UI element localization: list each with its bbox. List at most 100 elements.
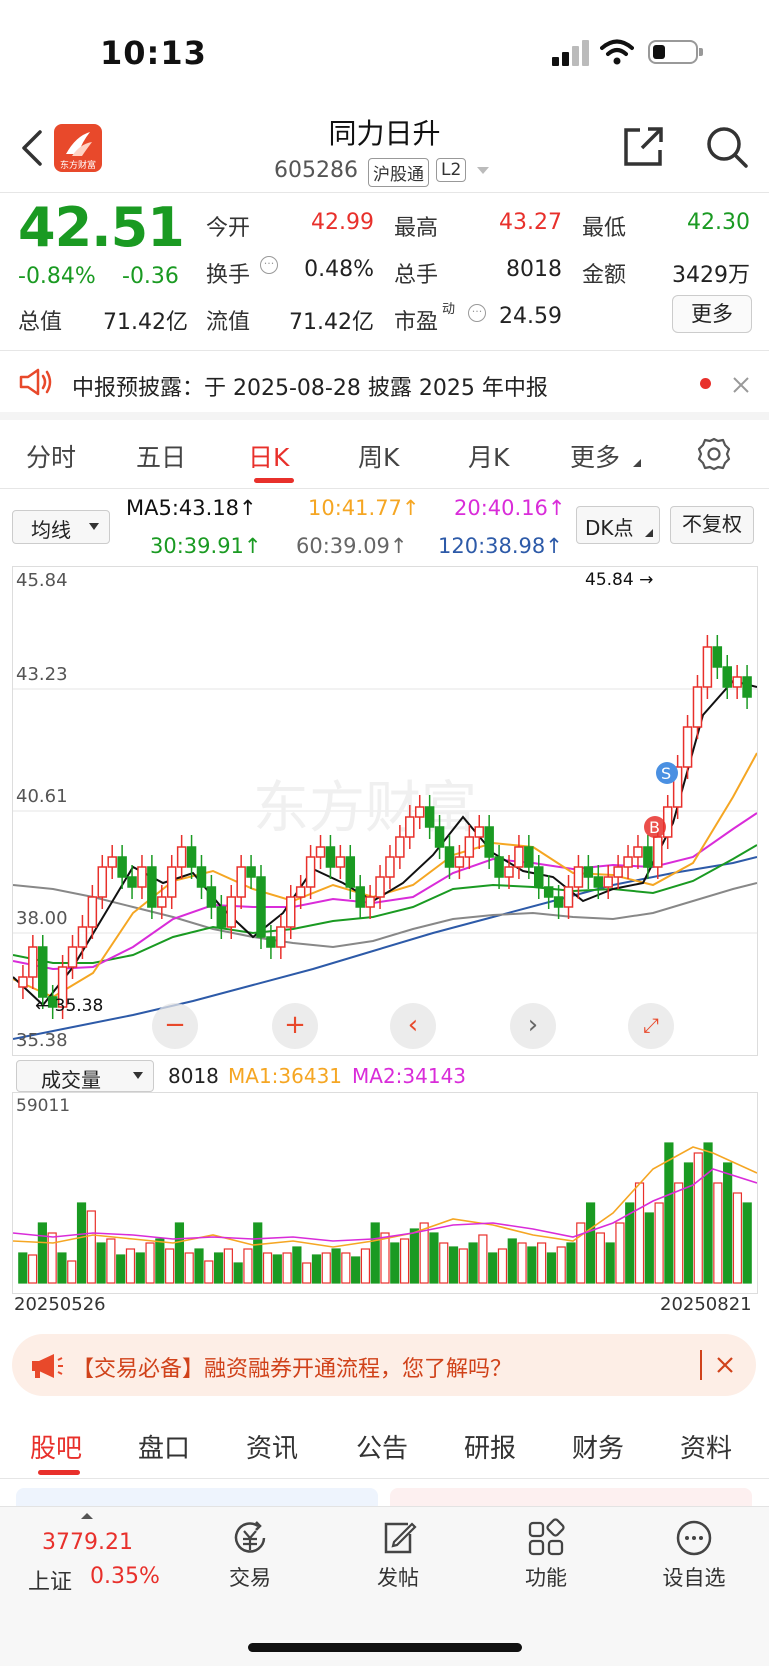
- zoom-in-button[interactable]: +: [272, 1003, 318, 1049]
- candle-body: [28, 946, 38, 978]
- tab-finance[interactable]: 财务: [572, 1428, 624, 1465]
- nav-trade-label[interactable]: 交易: [190, 1562, 310, 1592]
- index-change[interactable]: 0.35%: [90, 1564, 160, 1589]
- nav-watchlist-label[interactable]: 设自选: [634, 1562, 754, 1592]
- price-label-3: 40.61: [16, 786, 68, 807]
- change-percent: -0.84%: [18, 264, 96, 289]
- scroll-right-button[interactable]: ›: [510, 1003, 556, 1049]
- tab-daily-k[interactable]: 日K: [248, 438, 289, 474]
- tab-intraday[interactable]: 分时: [26, 438, 76, 474]
- candle-body: [375, 876, 385, 898]
- volume-bar: [497, 1248, 508, 1284]
- index-value[interactable]: 3779.21: [42, 1530, 133, 1555]
- volume-bar: [390, 1242, 400, 1284]
- content-card-left[interactable]: [16, 1488, 378, 1506]
- close-notice-icon[interactable]: [732, 376, 750, 394]
- turnover-label: 换手: [206, 263, 251, 288]
- tab-more[interactable]: 更多: [570, 438, 620, 474]
- fullscreen-button[interactable]: ⤢: [628, 1003, 674, 1049]
- search-icon[interactable]: [704, 124, 750, 170]
- candle-body: [236, 866, 246, 898]
- tab-weekly-k[interactable]: 周K: [358, 438, 399, 474]
- dk-point-button[interactable]: DK点: [576, 506, 660, 544]
- volume-bar: [125, 1248, 136, 1284]
- candle-body: [206, 886, 217, 908]
- volume-bar: [96, 1242, 106, 1284]
- tab-news[interactable]: 资讯: [246, 1428, 298, 1465]
- volume-selector[interactable]: 成交量: [16, 1060, 154, 1092]
- logo-text: 东方财富: [59, 161, 96, 171]
- candle-body: [712, 646, 723, 668]
- ma10-value: 10:41.77↑: [308, 496, 420, 520]
- megaphone-icon: [19, 368, 52, 396]
- level-tag[interactable]: L2: [436, 158, 467, 182]
- tab-announcements[interactable]: 公告: [356, 1428, 408, 1465]
- mktcap-label: 总值: [18, 310, 63, 335]
- candle-body: [87, 896, 98, 928]
- notice-text[interactable]: 中报预披露：于 2025-08-28 披露 2025 年中报: [72, 370, 548, 402]
- volume-bar: [595, 1232, 605, 1284]
- home-indicator[interactable]: [248, 1643, 522, 1652]
- more-quote-button[interactable]: 更多: [672, 295, 752, 333]
- settings-gear-icon[interactable]: [696, 436, 732, 472]
- promo-text[interactable]: 【交易必备】融资融券开通流程，您了解吗？: [72, 1351, 512, 1383]
- volume-bar: [458, 1248, 468, 1284]
- tab-guba[interactable]: 股吧: [30, 1428, 82, 1465]
- tab-profile[interactable]: 资料: [680, 1428, 732, 1465]
- volume-bar: [360, 1248, 371, 1284]
- volume-bar: [282, 1252, 292, 1284]
- volume-bar: [370, 1222, 380, 1284]
- dropdown-icon[interactable]: [476, 166, 490, 176]
- trade-icon[interactable]: [230, 1518, 270, 1558]
- functions-grid-icon[interactable]: [526, 1518, 566, 1558]
- volume-chart[interactable]: [12, 1092, 758, 1294]
- date-end: 20250821: [660, 1294, 752, 1315]
- candle-body: [38, 946, 48, 998]
- volume-bar: [644, 1212, 654, 1284]
- post-edit-icon[interactable]: [378, 1518, 418, 1558]
- open-label: 今开: [206, 216, 251, 241]
- scroll-left-button[interactable]: ‹: [390, 1003, 436, 1049]
- tab-research[interactable]: 研报: [464, 1428, 516, 1465]
- volume-ma2: MA2:34143: [352, 1064, 467, 1088]
- indicator-selector[interactable]: 均线: [12, 510, 110, 544]
- candle-body: [137, 866, 147, 888]
- share-icon[interactable]: [620, 124, 666, 170]
- tab-more-caret-icon[interactable]: [632, 458, 642, 468]
- candle-body: [335, 856, 346, 868]
- volume-bar: [634, 1182, 645, 1284]
- pe-value: 24.59: [499, 304, 562, 329]
- adjust-button[interactable]: 不复权: [670, 506, 754, 544]
- volume-bar: [292, 1246, 302, 1284]
- zoom-out-button[interactable]: −: [152, 1003, 198, 1049]
- candle-body: [653, 836, 663, 868]
- content-card-right[interactable]: [390, 1488, 752, 1506]
- cellular-signal-icon: [552, 40, 589, 66]
- turnover-info-icon[interactable]: ···: [260, 256, 278, 274]
- volume-bar: [409, 1228, 419, 1284]
- float-value: 71.42亿: [289, 310, 374, 335]
- volume-bar: [693, 1152, 703, 1284]
- index-name[interactable]: 上证: [28, 1564, 72, 1596]
- tab-monthly-k[interactable]: 月K: [468, 438, 509, 474]
- volume-max-label: 59011: [16, 1096, 71, 1116]
- add-watchlist-icon[interactable]: [674, 1518, 714, 1558]
- volume-bar: [576, 1222, 586, 1284]
- kline-chart[interactable]: 东方财富 S B 45.84 → ← 35.38: [12, 566, 758, 1056]
- nav-functions-label[interactable]: 功能: [486, 1562, 606, 1592]
- volume-bar: [478, 1234, 488, 1284]
- nav-post-label[interactable]: 发帖: [338, 1562, 458, 1592]
- candle-body: [286, 896, 296, 928]
- change-amount: -0.36: [122, 264, 179, 289]
- tab-five-day[interactable]: 五日: [136, 438, 186, 474]
- market-tag[interactable]: 沪股通: [368, 158, 429, 187]
- candle-body: [226, 896, 236, 928]
- stock-code: 605286: [274, 158, 358, 183]
- volume-bar: [556, 1246, 566, 1284]
- candle-body: [216, 906, 227, 928]
- close-banner-icon[interactable]: [716, 1356, 734, 1374]
- candle-body: [444, 846, 455, 868]
- open-value: 42.99: [311, 210, 374, 235]
- tab-pankou[interactable]: 盘口: [138, 1428, 190, 1465]
- low-marker: ← 35.38: [35, 996, 103, 1016]
